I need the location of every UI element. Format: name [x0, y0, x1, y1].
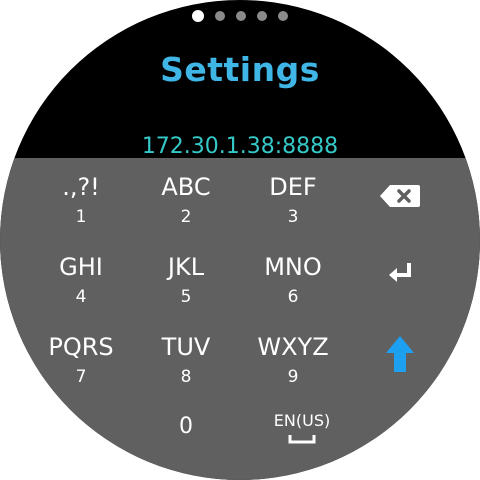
key-number: 2: [180, 207, 192, 227]
page-title: Settings: [160, 50, 320, 89]
watch-screen: Settings 172.30.1.38:8888 .,?! 1 ABC 2 D…: [0, 0, 480, 480]
backspace-icon[interactable]: [378, 182, 422, 210]
key-number: 7: [75, 367, 87, 387]
ip-address-input[interactable]: 172.30.1.38:8888: [0, 134, 480, 159]
key-8[interactable]: TUV 8: [131, 332, 241, 404]
page-dot-active: [192, 10, 204, 22]
key-letters: WXYZ: [257, 333, 329, 361]
key-number: 6: [287, 287, 299, 307]
key-number: 9: [287, 367, 299, 387]
key-0[interactable]: 0: [160, 410, 212, 444]
key-letters: MNO: [264, 253, 322, 281]
key-5[interactable]: JKL 5: [131, 252, 241, 324]
key-number: 5: [180, 287, 192, 307]
key-number: 4: [75, 287, 87, 307]
key-3[interactable]: DEF 3: [238, 172, 348, 244]
key-letters: PQRS: [48, 333, 114, 361]
space-bar-icon: [288, 435, 316, 444]
key-6[interactable]: MNO 6: [238, 252, 348, 324]
key-9[interactable]: WXYZ 9: [238, 332, 348, 404]
key-letters: GHI: [59, 253, 103, 281]
page-dot: [215, 11, 225, 21]
language-space-key[interactable]: EN(US): [262, 410, 342, 454]
key-4[interactable]: GHI 4: [26, 252, 136, 324]
language-label: EN(US): [273, 411, 331, 430]
key-letters: .,?!: [62, 173, 100, 201]
key-letters: DEF: [269, 173, 317, 201]
enter-icon[interactable]: [387, 260, 415, 286]
key-letters: TUV: [161, 333, 211, 361]
key-letters: JKL: [167, 253, 205, 281]
key-1[interactable]: .,?! 1: [26, 172, 136, 244]
key-number: 8: [180, 367, 192, 387]
key-2[interactable]: ABC 2: [131, 172, 241, 244]
key-number: 1: [75, 207, 87, 227]
key-7[interactable]: PQRS 7: [26, 332, 136, 404]
shift-up-arrow-icon[interactable]: [385, 334, 415, 374]
page-dot: [257, 11, 267, 21]
page-indicator: [0, 8, 480, 24]
page-dot: [278, 11, 288, 21]
page-dot: [236, 11, 246, 21]
key-number: 3: [287, 207, 299, 227]
key-letters: ABC: [161, 173, 211, 201]
